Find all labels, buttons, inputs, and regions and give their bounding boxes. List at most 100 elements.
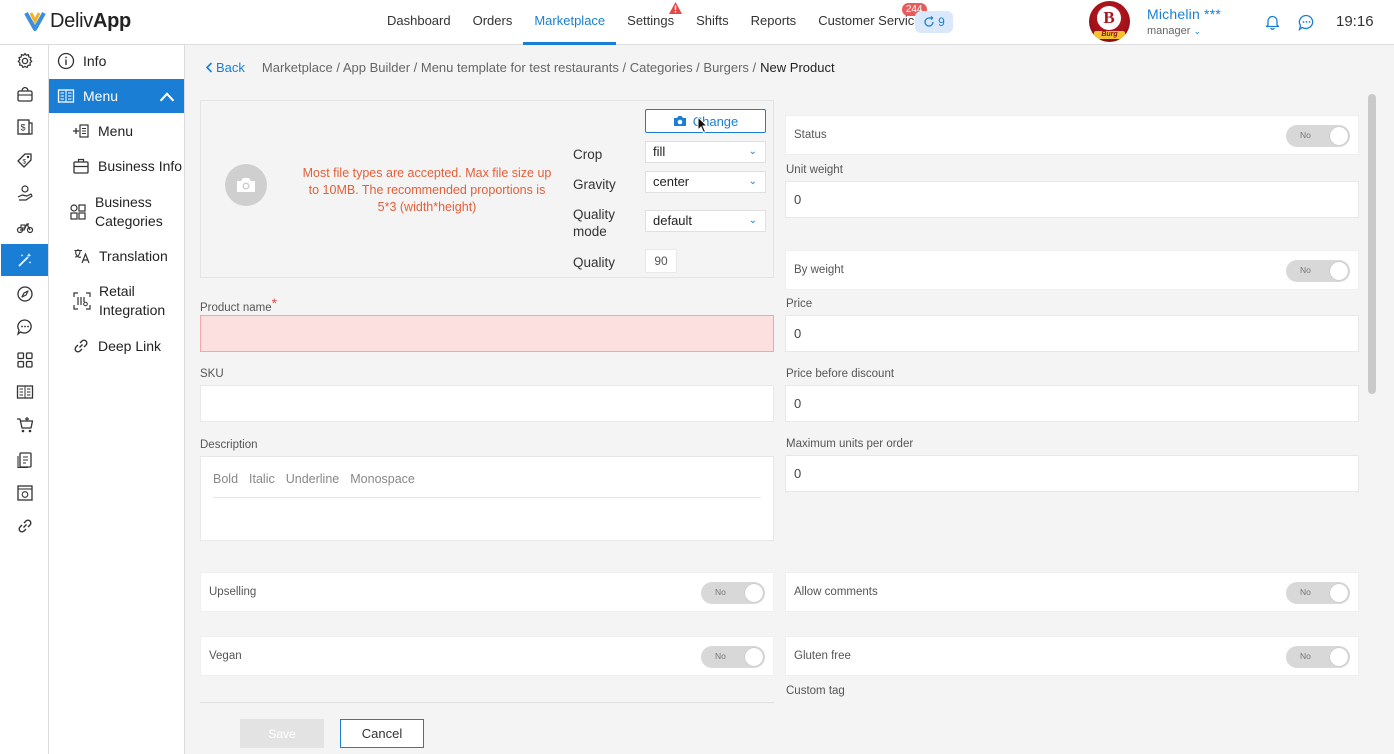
sku-input[interactable] bbox=[200, 385, 774, 422]
gravity-select[interactable]: center ⌄ bbox=[645, 171, 766, 193]
subnav-menu-label: Menu bbox=[98, 123, 134, 139]
status-toggle[interactable]: No bbox=[1286, 125, 1350, 147]
max-units-input[interactable]: 0 bbox=[785, 455, 1359, 492]
rail-basket[interactable] bbox=[0, 78, 49, 110]
underline-button[interactable]: Underline bbox=[286, 472, 340, 486]
crop-select[interactable]: fill ⌄ bbox=[645, 141, 766, 163]
quality-input[interactable]: 90 bbox=[645, 249, 677, 273]
user-name[interactable]: Michelin *** bbox=[1147, 6, 1221, 22]
rail-link[interactable] bbox=[0, 510, 49, 542]
price-input[interactable]: 0 bbox=[785, 315, 1359, 352]
vegan-label: Vegan bbox=[209, 650, 242, 662]
rail-document[interactable] bbox=[0, 444, 49, 476]
avatar[interactable]: B Burg bbox=[1089, 1, 1130, 42]
status-row: Status No bbox=[785, 115, 1359, 155]
by-weight-toggle[interactable]: No bbox=[1286, 260, 1350, 282]
nav-dashboard[interactable]: Dashboard bbox=[376, 0, 462, 45]
allow-comments-toggle[interactable]: No bbox=[1286, 582, 1350, 604]
product-name-label: Product name* bbox=[200, 295, 278, 314]
by-weight-row: By weight No bbox=[785, 250, 1359, 290]
sub-sidebar: Info Menu Menu Business Info Business Ca… bbox=[49, 45, 185, 754]
user-role-dropdown[interactable]: manager ⌄ bbox=[1147, 25, 1201, 37]
rail-gear[interactable] bbox=[0, 45, 49, 77]
quality-mode-select[interactable]: default ⌄ bbox=[645, 210, 766, 232]
nav-customer-service[interactable]: Customer Service 244 bbox=[807, 0, 932, 45]
description-editor[interactable]: Bold Italic Underline Monospace bbox=[200, 456, 774, 541]
user-role: manager bbox=[1147, 25, 1191, 37]
chevron-down-icon: ⌄ bbox=[748, 215, 757, 226]
subnav-menu[interactable]: Menu bbox=[72, 122, 133, 140]
rail-money[interactable]: $ bbox=[0, 111, 49, 143]
vegan-toggle[interactable]: No bbox=[701, 646, 765, 668]
rail-scooter[interactable] bbox=[0, 210, 49, 242]
custom-tag-label: Custom tag bbox=[786, 685, 845, 697]
chevron-left-icon bbox=[205, 62, 213, 73]
scrollbar[interactable] bbox=[1368, 94, 1376, 394]
monospace-button[interactable]: Monospace bbox=[350, 472, 415, 486]
nav-orders[interactable]: Orders bbox=[462, 0, 524, 45]
avatar-letter: B bbox=[1097, 6, 1121, 30]
nav-reports[interactable]: Reports bbox=[740, 0, 808, 45]
book-icon bbox=[57, 89, 75, 103]
subnav-deep-link[interactable]: Deep Link bbox=[72, 337, 161, 355]
svg-text:$: $ bbox=[22, 159, 26, 166]
logo-text: DelivApp bbox=[50, 9, 131, 32]
upselling-toggle[interactable]: No bbox=[701, 582, 765, 604]
subnav-retail-integration[interactable]: Retail Integration bbox=[73, 282, 179, 320]
by-weight-label: By weight bbox=[794, 264, 844, 276]
rail-chat[interactable] bbox=[0, 311, 49, 343]
image-placeholder[interactable] bbox=[225, 164, 267, 206]
chevron-up-icon[interactable] bbox=[158, 88, 176, 106]
queue-pill[interactable]: 9 bbox=[915, 11, 953, 33]
back-link[interactable]: Back bbox=[205, 60, 245, 75]
app-logo[interactable]: DelivApp bbox=[24, 9, 131, 33]
nav-marketplace[interactable]: Marketplace bbox=[523, 0, 617, 45]
chevron-down-icon: ⌄ bbox=[1193, 26, 1202, 36]
main-nav: Dashboard Orders Marketplace Settings Sh… bbox=[376, 0, 933, 45]
gluten-free-row: Gluten free No bbox=[785, 636, 1359, 676]
upselling-label: Upselling bbox=[209, 586, 257, 598]
scooter-icon bbox=[16, 223, 33, 234]
link-icon bbox=[17, 519, 32, 533]
rail-app-builder[interactable] bbox=[1, 244, 48, 276]
product-name-input[interactable] bbox=[200, 315, 774, 352]
money-icon: $ bbox=[16, 119, 33, 135]
rail-apps[interactable] bbox=[0, 344, 49, 376]
rail-hand-coin[interactable] bbox=[0, 177, 49, 209]
top-bar: DelivApp Dashboard Orders Marketplace Se… bbox=[0, 0, 1394, 45]
gluten-free-toggle[interactable]: No bbox=[1286, 646, 1350, 668]
subnav-info[interactable]: Info bbox=[57, 52, 106, 70]
rail-book[interactable] bbox=[0, 376, 49, 408]
subnav-translation-label: Translation bbox=[99, 248, 168, 264]
breadcrumb-path[interactable]: Marketplace / App Builder / Menu templat… bbox=[262, 60, 756, 75]
chat-icon bbox=[16, 319, 32, 336]
gravity-value: center bbox=[653, 174, 690, 189]
subnav-translation[interactable]: Translation bbox=[73, 247, 168, 265]
warning-icon bbox=[669, 2, 683, 14]
subnav-business-info[interactable]: Business Info bbox=[72, 157, 182, 175]
queue-count: 9 bbox=[938, 15, 945, 29]
cancel-button[interactable]: Cancel bbox=[340, 719, 424, 748]
subnav-business-categories-label: Business Categories bbox=[95, 194, 163, 229]
rail-cart[interactable] bbox=[0, 409, 49, 441]
bold-button[interactable]: Bold bbox=[213, 472, 238, 486]
rail-receipt[interactable] bbox=[0, 477, 49, 509]
subnav-business-categories[interactable]: Business Categories bbox=[69, 193, 179, 231]
subnav-menu-group[interactable]: Menu bbox=[49, 79, 184, 113]
clock: 19:16 bbox=[1336, 13, 1374, 30]
chat-icon[interactable] bbox=[1298, 14, 1315, 31]
rail-compass[interactable] bbox=[0, 278, 49, 310]
mouse-cursor-icon bbox=[697, 116, 709, 134]
price-before-discount-label: Price before discount bbox=[786, 368, 895, 380]
bell-icon[interactable] bbox=[1265, 14, 1280, 30]
save-button[interactable]: Save bbox=[240, 719, 324, 748]
price-before-discount-input[interactable]: 0 bbox=[785, 385, 1359, 422]
basket-icon bbox=[16, 86, 33, 102]
breadcrumb-current: New Product bbox=[760, 60, 835, 75]
description-label: Description bbox=[200, 439, 258, 451]
nav-settings[interactable]: Settings bbox=[616, 0, 685, 45]
unit-weight-input[interactable]: 0 bbox=[785, 181, 1359, 218]
rail-tags[interactable]: $ bbox=[0, 144, 49, 176]
italic-button[interactable]: Italic bbox=[249, 472, 275, 486]
nav-shifts[interactable]: Shifts bbox=[685, 0, 740, 45]
